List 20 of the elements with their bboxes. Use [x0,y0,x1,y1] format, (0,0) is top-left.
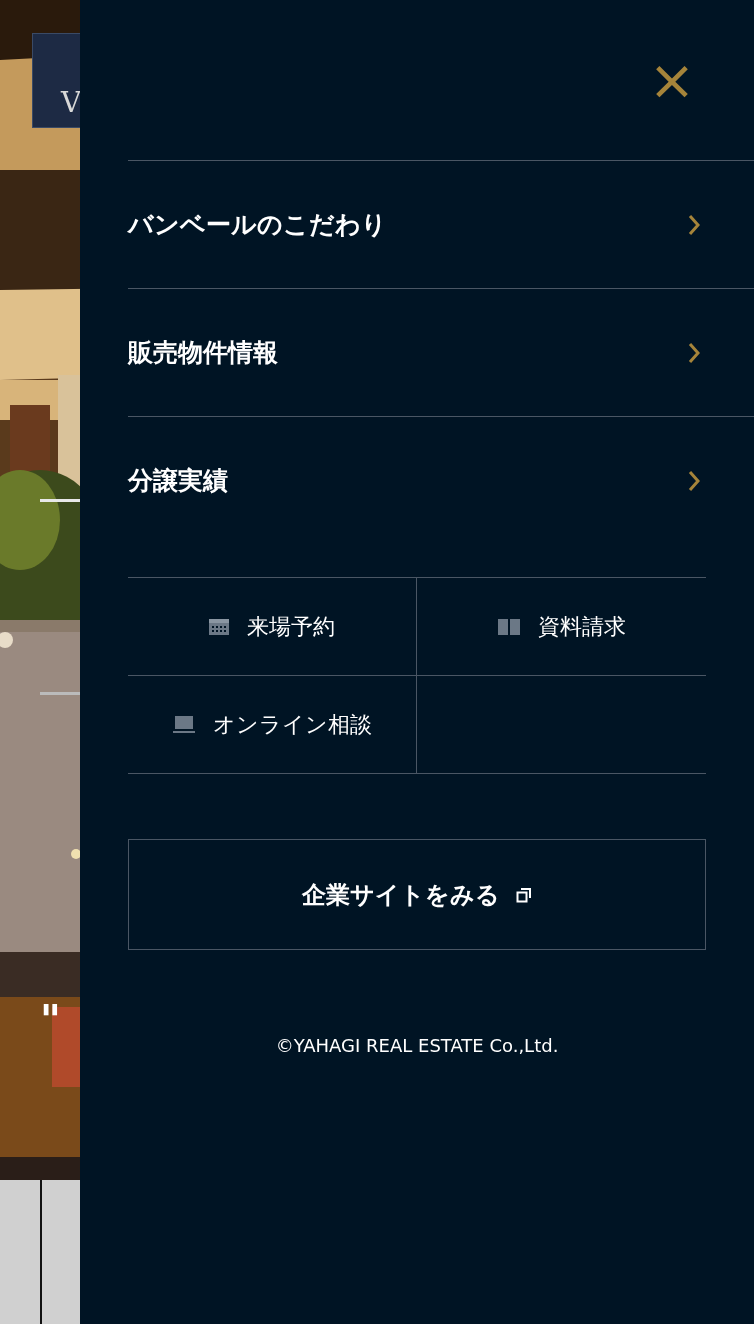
menu-item[interactable]: 分譲実績 [128,417,754,545]
laptop-icon [172,716,195,733]
copyright-text: ©YAHAGI REAL ESTATE Co.,Ltd. [274,1034,560,1058]
menu-item[interactable]: 販売物件情報 [128,289,754,417]
action-link[interactable]: 資料請求 [417,578,706,676]
menu-item[interactable]: バンベールのこだわり [128,161,754,289]
close-button[interactable]: × [650,58,694,102]
calendar-icon [209,618,229,635]
action-link[interactable]: 来場予約 [128,578,417,676]
action-link[interactable]: オンライン相談 [128,676,417,774]
book-icon [497,618,520,635]
external-link-icon [516,886,532,903]
chevron-right-icon [688,470,700,492]
headline-text: " [40,1000,61,1040]
logo-text: V [61,89,82,117]
slide-indicator [40,692,80,695]
slide-indicator [40,499,80,502]
chevron-right-icon [688,213,700,236]
chevron-right-icon [688,341,700,364]
corporate-site-link[interactable]: 企業サイトをみる [128,839,706,950]
